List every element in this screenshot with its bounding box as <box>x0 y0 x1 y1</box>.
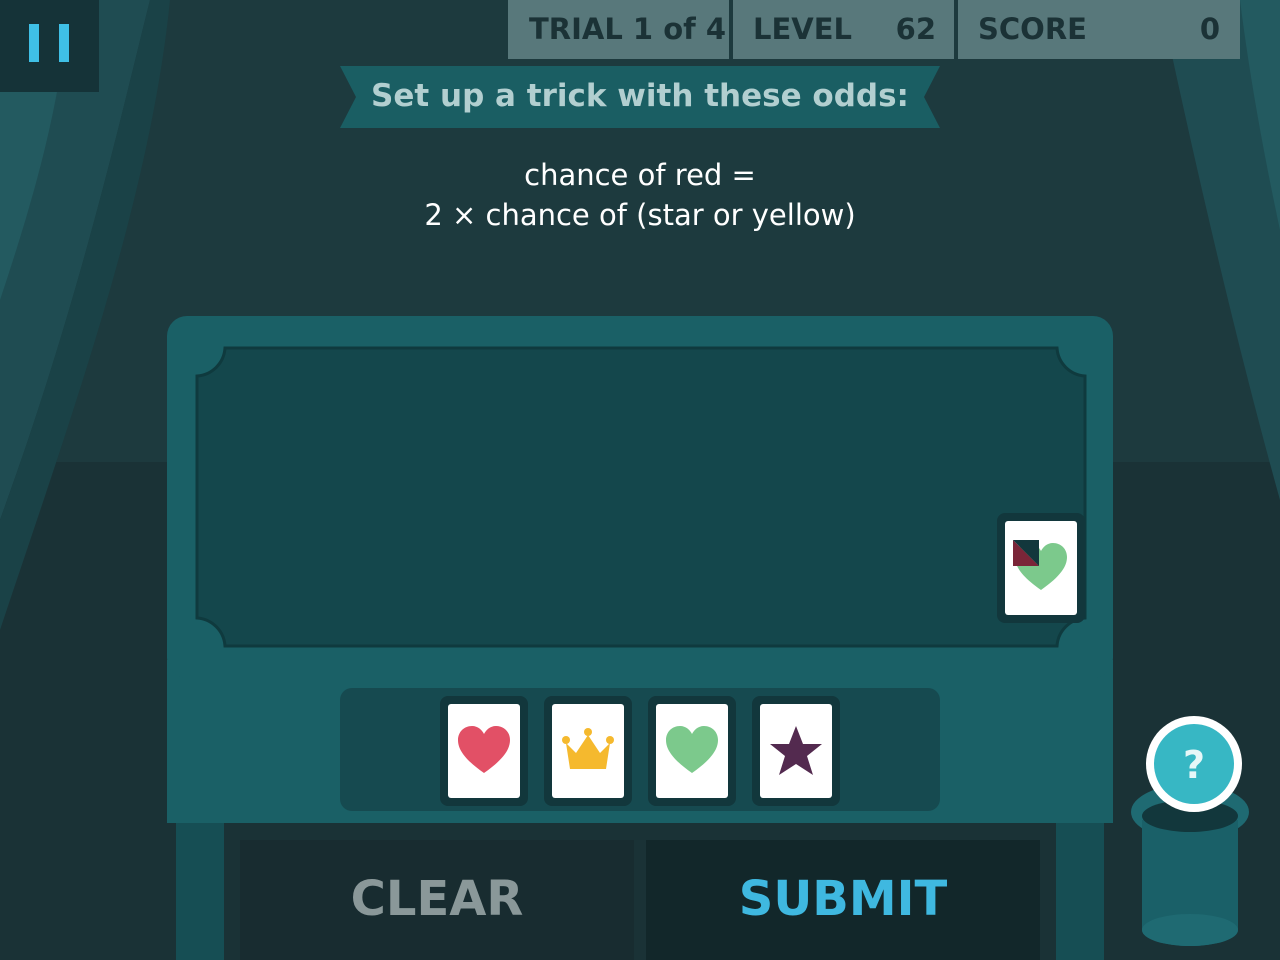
submit-button[interactable]: SUBMIT <box>646 840 1040 960</box>
score-value: 0 <box>1199 12 1220 46</box>
clear-button[interactable]: CLEAR <box>240 840 634 960</box>
trial-indicator: TRIAL 1 of 4 <box>508 0 729 59</box>
heart-icon <box>666 726 718 773</box>
odds-rule-line1: chance of red = <box>524 158 756 192</box>
pause-icon <box>29 24 39 62</box>
card-palette-tray <box>340 688 940 811</box>
star-icon <box>770 726 822 775</box>
help-icon: ? <box>1154 724 1234 804</box>
card-purple-star[interactable] <box>752 696 840 806</box>
card-drop-zone[interactable] <box>195 346 1087 648</box>
instruction-banner-text: Set up a trick with these odds: <box>371 78 909 114</box>
table-leg-right <box>1056 823 1104 960</box>
pause-button[interactable] <box>0 0 99 92</box>
placed-card[interactable] <box>997 513 1085 623</box>
card-corner-fold <box>1013 540 1039 566</box>
table-leg-left <box>176 823 224 960</box>
trial-label: TRIAL 1 of 4 <box>529 12 727 46</box>
card-yellow-crown[interactable] <box>544 696 632 806</box>
level-indicator: LEVEL 62 <box>733 0 954 59</box>
card-green-heart[interactable] <box>648 696 736 806</box>
score-label: SCORE <box>978 12 1087 46</box>
odds-rule-line2: 2 × chance of (star or yellow) <box>424 198 856 232</box>
level-label: LEVEL <box>753 12 853 46</box>
help-button[interactable]: ? <box>1146 716 1242 812</box>
crown-icon <box>562 728 614 769</box>
score-indicator: SCORE 0 <box>958 0 1240 59</box>
level-value: 62 <box>895 12 936 46</box>
card-red-heart[interactable] <box>440 696 528 806</box>
heart-icon <box>458 726 510 773</box>
